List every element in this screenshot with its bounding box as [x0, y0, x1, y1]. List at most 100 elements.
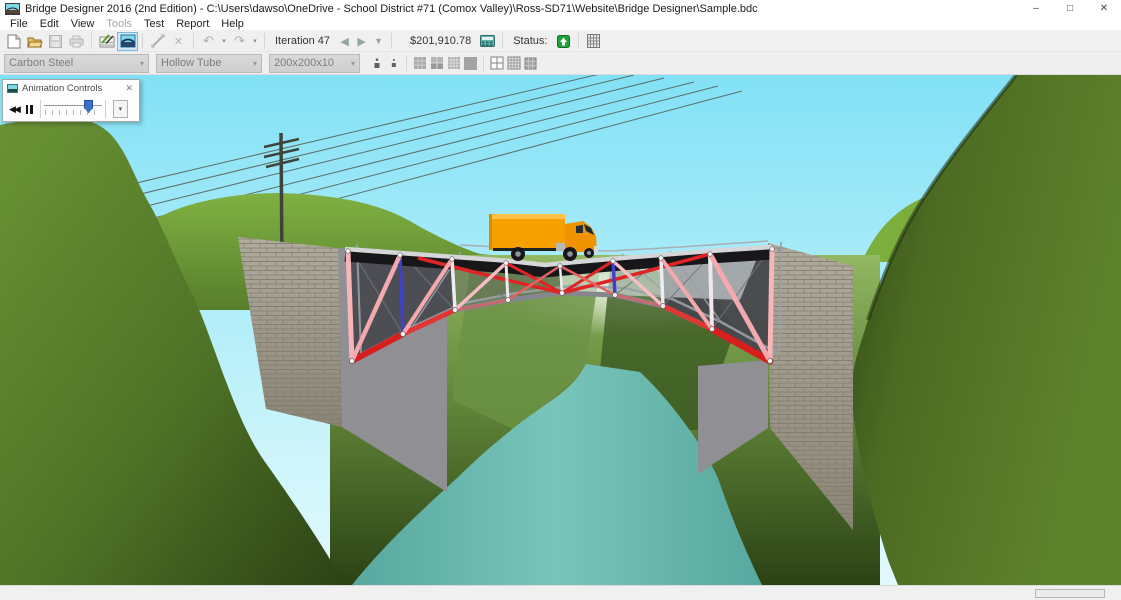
- rewind-button[interactable]: ◀◀: [6, 104, 22, 115]
- delete-button: ✕: [168, 32, 189, 51]
- toolbar-separator: [578, 33, 579, 49]
- animation-panel-titlebar[interactable]: Animation Controls ✕: [3, 80, 139, 97]
- half-grid-icon: [430, 56, 444, 70]
- toolbar-separator: [142, 33, 143, 49]
- app-window: Bridge Designer 2016 (2nd Edition) - C:\…: [0, 0, 1121, 600]
- iteration-forward-button[interactable]: ▶: [353, 35, 370, 48]
- menu-file[interactable]: File: [4, 17, 34, 31]
- size-select: 200x200x10 ▾: [269, 54, 360, 73]
- member-view-1-button[interactable]: [411, 54, 428, 72]
- dense-grid-icon: [447, 56, 461, 70]
- chevron-down-icon: ▾: [140, 59, 144, 68]
- toolbar-separator: [91, 33, 92, 49]
- animation-controls-panel[interactable]: Animation Controls ✕ ◀◀ ▾: [2, 79, 140, 122]
- drawing-board-icon: [99, 34, 115, 48]
- open-file-button[interactable]: [24, 32, 45, 51]
- load-test-results-button[interactable]: [583, 32, 604, 51]
- table-view-3-button[interactable]: [522, 54, 539, 72]
- increase-member-size-button[interactable]: [368, 54, 385, 72]
- menu-tools: Tools: [100, 17, 138, 31]
- open-folder-icon: [27, 35, 43, 48]
- undo-dropdown[interactable]: ▾: [219, 32, 229, 51]
- scene-canvas: [0, 75, 1121, 585]
- animation-speed-slider[interactable]: [44, 100, 102, 118]
- cost-calculator-button[interactable]: [477, 32, 498, 51]
- redo-button: ↷: [229, 32, 250, 51]
- slider-ticks: [45, 110, 101, 115]
- size-value: 200x200x10: [274, 57, 334, 69]
- animation-panel-title: Animation Controls: [22, 83, 102, 94]
- panel-separator: [105, 100, 106, 118]
- window-title: Bridge Designer 2016 (2nd Edition) - C:\…: [25, 3, 758, 15]
- member-tool-button: [147, 32, 168, 51]
- increase-member-size-icon: [371, 57, 382, 70]
- toolbar-separator: [483, 55, 484, 71]
- menu-view[interactable]: View: [65, 17, 101, 31]
- title-bar: Bridge Designer 2016 (2nd Edition) - C:\…: [0, 0, 1121, 17]
- print-icon: [69, 35, 84, 48]
- animation-controls: ◀◀ ▾: [3, 97, 139, 121]
- toolbar-separator: [406, 55, 407, 71]
- table-view-2-button[interactable]: [505, 54, 522, 72]
- menu-edit[interactable]: Edit: [34, 17, 65, 31]
- chevron-down-icon: ▾: [253, 59, 257, 68]
- iteration-label: Iteration 47: [275, 35, 330, 47]
- table-filled-icon: [524, 57, 537, 70]
- decrease-member-size-button[interactable]: [385, 54, 402, 72]
- results-table-icon: [587, 34, 600, 48]
- load-test-mode-button[interactable]: [117, 32, 138, 51]
- status-indicator[interactable]: [553, 32, 574, 51]
- close-button[interactable]: ✕: [1087, 0, 1121, 17]
- menu-bar: File Edit View Tools Test Report Help: [0, 17, 1121, 31]
- material-value: Carbon Steel: [9, 57, 73, 69]
- chevron-down-icon: ▾: [351, 59, 355, 68]
- minimize-button[interactable]: –: [1019, 0, 1053, 17]
- status-bar: [0, 585, 1121, 600]
- menu-report[interactable]: Report: [170, 17, 215, 31]
- animation-panel-close-icon[interactable]: ✕: [123, 83, 135, 94]
- toolbar-separator: [193, 33, 194, 49]
- member-view-4-button[interactable]: [462, 54, 479, 72]
- status-ok-icon: [557, 35, 570, 48]
- panel-separator: [40, 100, 41, 118]
- menu-test[interactable]: Test: [138, 17, 170, 31]
- section-select: Hollow Tube ▾: [156, 54, 262, 73]
- solid-grid-icon: [463, 56, 478, 71]
- calculator-icon: [480, 35, 495, 47]
- toolbar-separator: [502, 33, 503, 49]
- main-toolbar: ✕ ↶ ▾ ↷ ▾ Iteration 47 ◀ ▶ ▼ $201,910.78…: [0, 31, 1121, 52]
- section-value: Hollow Tube: [161, 57, 222, 69]
- load-test-icon: [120, 34, 136, 48]
- bridge-3d-view[interactable]: Animation Controls ✕ ◀◀ ▾: [0, 75, 1121, 585]
- progress-indicator: [1035, 589, 1105, 598]
- material-select: Carbon Steel ▾: [4, 54, 149, 73]
- iteration-back-button[interactable]: ◀: [336, 35, 353, 48]
- new-file-icon: [7, 34, 21, 49]
- redo-dropdown[interactable]: ▾: [250, 32, 260, 51]
- animation-options-dropdown[interactable]: ▾: [113, 100, 128, 118]
- maximize-button[interactable]: □: [1053, 0, 1087, 17]
- cost-value: $201,910.78: [410, 35, 471, 47]
- iteration-list-button[interactable]: ▼: [370, 36, 387, 46]
- save-button: [45, 32, 66, 51]
- member-view-2-button[interactable]: [428, 54, 445, 72]
- new-file-button[interactable]: [3, 32, 24, 51]
- print-button: [66, 32, 87, 51]
- member-toolbar: Carbon Steel ▾ Hollow Tube ▾ 200x200x10 …: [0, 52, 1121, 75]
- member-view-3-button[interactable]: [445, 54, 462, 72]
- table-2x2-icon: [490, 56, 504, 70]
- slider-track: [44, 105, 102, 106]
- toolbar-separator: [391, 33, 392, 49]
- save-icon: [49, 35, 62, 48]
- toolbar-separator: [264, 33, 265, 49]
- status-label: Status:: [513, 35, 547, 47]
- pause-button[interactable]: [22, 105, 37, 114]
- app-icon: [5, 3, 20, 15]
- undo-button: ↶: [198, 32, 219, 51]
- decrease-member-size-icon: [388, 57, 399, 70]
- menu-help[interactable]: Help: [215, 17, 250, 31]
- shaded-grid-icon: [413, 56, 427, 70]
- member-tool-icon: [151, 34, 165, 48]
- design-mode-button[interactable]: [96, 32, 117, 51]
- table-view-1-button[interactable]: [488, 54, 505, 72]
